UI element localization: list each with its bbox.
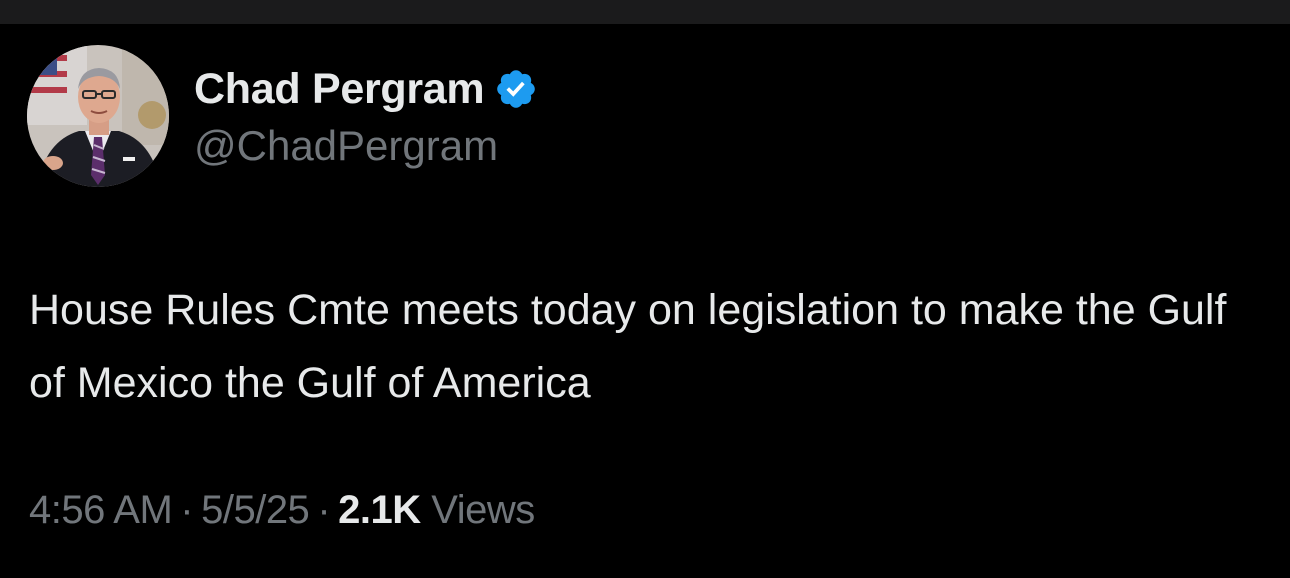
author-name-row: Chad Pergram bbox=[194, 64, 538, 114]
meta-separator: · bbox=[317, 488, 331, 532]
author-display-name[interactable]: Chad Pergram bbox=[194, 65, 485, 114]
views-count: 2.1K bbox=[338, 488, 421, 532]
views-label: Views bbox=[431, 488, 535, 532]
tweet-time[interactable]: 4:56 AM bbox=[29, 488, 173, 532]
tweet-meta: 4:56 AM · 5/5/25 · 2.1K Views bbox=[29, 488, 535, 533]
author-handle[interactable]: @ChadPergram bbox=[194, 122, 498, 170]
avatar-photo bbox=[27, 45, 169, 187]
tweet-text: House Rules Cmte meets today on legislat… bbox=[29, 286, 1227, 407]
verified-badge-icon[interactable] bbox=[494, 67, 538, 111]
top-bar bbox=[0, 0, 1290, 24]
meta-separator: · bbox=[180, 488, 194, 532]
tweet-card: Chad Pergram @ChadPergram House Rules Cm… bbox=[0, 24, 1290, 578]
tweet-date[interactable]: 5/5/25 bbox=[201, 488, 310, 532]
avatar[interactable] bbox=[27, 45, 169, 187]
